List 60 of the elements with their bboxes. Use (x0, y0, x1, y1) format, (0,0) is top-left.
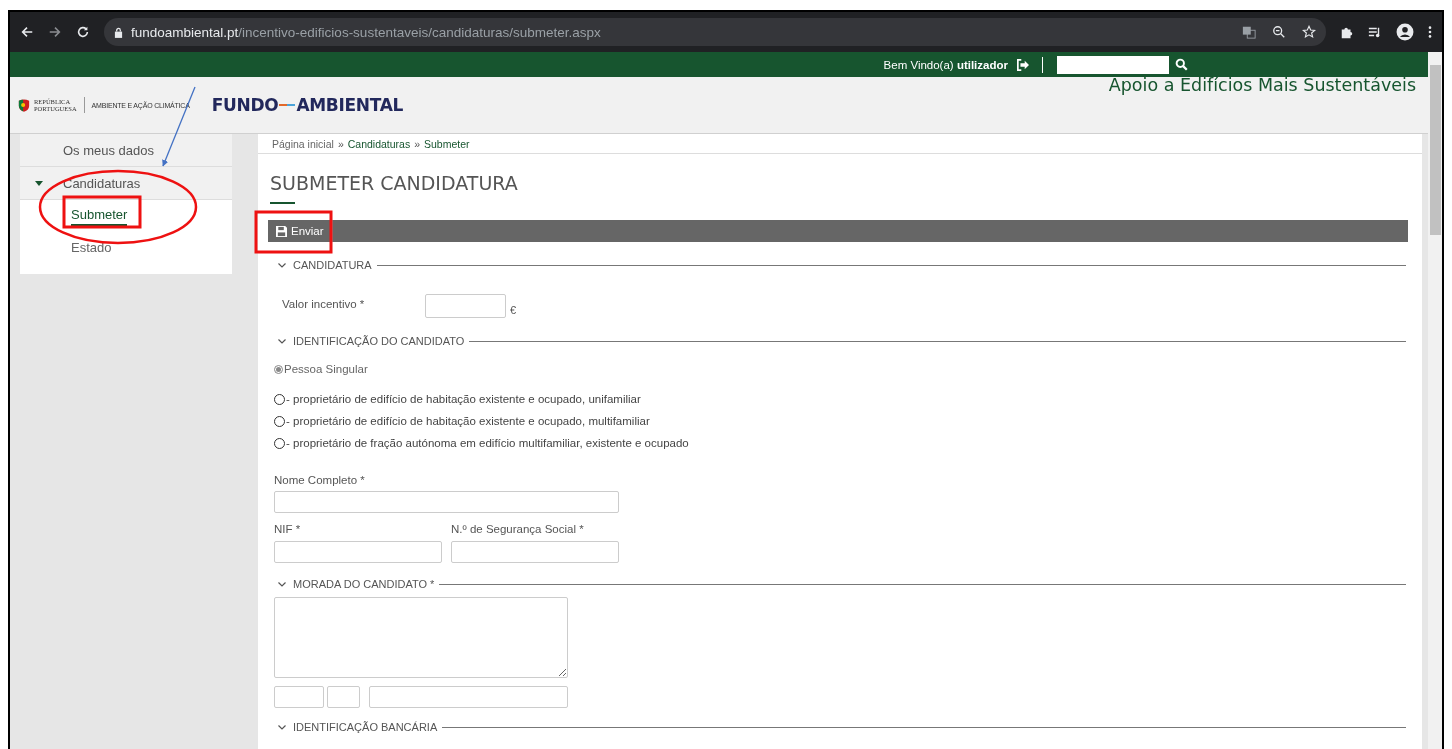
radio-label: - proprietário de fração autónoma em edifício multifamiliar, existente e ocupado (286, 437, 689, 449)
puzzle-icon[interactable] (1340, 25, 1354, 39)
breadcrumb-link[interactable]: Candidaturas (347, 137, 411, 150)
reload-icon[interactable] (76, 25, 90, 39)
radio-button[interactable] (274, 393, 285, 405)
star-icon[interactable] (1302, 25, 1316, 39)
radio-label: - proprietário de edifício de habitação existente e ocupado, unifamiliar (286, 393, 641, 405)
media-queue-icon[interactable] (1368, 25, 1382, 39)
chevron-icon[interactable] (278, 338, 286, 344)
section-heading[interactable]: MORADA DO CANDIDATO * (293, 578, 435, 590)
field-label: NIF * (274, 523, 302, 535)
input-field[interactable] (425, 294, 506, 318)
sidebar-subitem[interactable]: Estado (71, 239, 112, 257)
chevron-icon[interactable] (278, 724, 286, 730)
radio-label: Pessoa Singular (284, 363, 368, 375)
sidebar-item[interactable]: Candidaturas (63, 175, 141, 191)
section-heading[interactable]: IDENTIFICAÇÃO BANCÁRIA (293, 721, 438, 733)
flag-emblem-icon (18, 98, 30, 112)
input-field[interactable] (369, 686, 568, 708)
input-field[interactable] (274, 491, 619, 513)
search-icon[interactable] (1175, 58, 1188, 71)
input-field[interactable] (451, 541, 619, 563)
breadcrumb-link[interactable]: Submeter (424, 137, 470, 150)
input-field[interactable] (274, 541, 442, 563)
currency-unit: € (510, 304, 517, 316)
save-icon (276, 225, 287, 237)
breadcrumb-separator: » (337, 137, 344, 150)
forward-icon[interactable] (48, 25, 62, 39)
sidebar-subitem[interactable]: Submeter (71, 206, 128, 226)
field-label: Nome Completo * (274, 474, 365, 486)
field-label: N.º de Segurança Social * (451, 523, 585, 535)
logout-icon[interactable] (1016, 58, 1030, 71)
menu-icon[interactable] (1428, 25, 1432, 39)
zoom-out-icon[interactable] (1272, 25, 1286, 39)
translate-icon[interactable] (1242, 25, 1256, 39)
site-title: Apoio a Edifícios Mais Sustentáveis (1108, 75, 1416, 95)
input-field[interactable] (274, 686, 324, 708)
radio-label: - proprietário de edifício de habitação existente e ocupado, multifamiliar (286, 415, 650, 427)
back-icon[interactable] (20, 25, 34, 39)
scrollbar-thumb[interactable] (1430, 65, 1441, 235)
brand-logo[interactable]: FUNDO AMBIENTAL (211, 95, 404, 115)
profile-icon[interactable] (1396, 23, 1414, 41)
radio-button[interactable] (274, 415, 285, 427)
lock-icon (114, 26, 123, 38)
scrollbar[interactable] (1428, 52, 1442, 749)
search-field[interactable] (1057, 55, 1169, 74)
section-heading[interactable]: IDENTIFICAÇÃO DO CANDIDATO (293, 335, 465, 347)
address-bar[interactable]: fundoambiental.pt/incentivo-edificios-sustentaveis/candidaturas/submeter.aspx (104, 18, 1326, 46)
breadcrumb-separator: » (414, 137, 421, 150)
breadcrumb-link[interactable]: Página inicial (272, 137, 334, 150)
page-title: SUBMETER CANDIDATURA (270, 172, 518, 194)
section-heading[interactable]: CANDIDATURA (293, 259, 372, 271)
send-button[interactable]: Enviar (268, 220, 333, 242)
chevron-icon[interactable] (278, 581, 286, 587)
input-field[interactable] (327, 686, 360, 708)
radio-button[interactable] (274, 437, 285, 449)
field-label: Valor incentivo * (282, 298, 366, 310)
chevron-icon[interactable] (278, 262, 286, 268)
caret-icon[interactable] (35, 179, 43, 187)
welcome-text: Bem Vindo(a) utilizador (883, 58, 1008, 71)
